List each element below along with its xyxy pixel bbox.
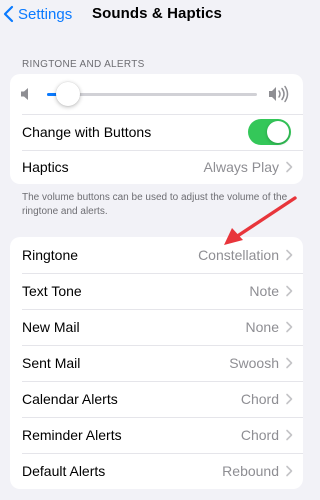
chevron-right-icon [286, 161, 293, 173]
sound-row-label: New Mail [22, 319, 80, 335]
chevron-right-icon [286, 393, 293, 405]
sound-row-label: Text Tone [22, 283, 82, 299]
change-with-buttons-label: Change with Buttons [22, 124, 152, 140]
volume-buttons-footnote: The volume buttons can be used to adjust… [22, 192, 288, 217]
section-header-ringtone-alerts: RINGTONE AND ALERTS [22, 59, 145, 70]
chevron-right-icon [286, 249, 293, 261]
change-with-buttons-toggle[interactable] [248, 119, 291, 145]
sound-row-value: Note [249, 283, 279, 299]
chevron-right-icon [286, 285, 293, 297]
sound-row-value: Chord [240, 427, 279, 443]
sound-row-calendar-alerts[interactable]: Calendar Alerts Chord [10, 381, 303, 417]
speaker-icon [21, 88, 28, 100]
volume-slider-row [10, 74, 303, 114]
sound-row-label: Default Alerts [22, 463, 106, 479]
haptics-value: Always Play [203, 159, 279, 175]
sound-row-value: Chord [240, 391, 279, 407]
sound-row-label: Reminder Alerts [22, 427, 122, 443]
page-title: Sounds & Haptics [92, 5, 222, 22]
haptics-label: Haptics [22, 159, 69, 175]
sound-row-text-tone[interactable]: Text Tone Note [10, 273, 303, 309]
sound-row-sent-mail[interactable]: Sent Mail Swoosh [10, 345, 303, 381]
sound-row-value: Constellation [198, 247, 279, 263]
chevron-right-icon [286, 321, 293, 333]
chevron-right-icon [286, 429, 293, 441]
navigation-bar: Settings Sounds & Haptics [0, 0, 320, 30]
volume-slider-thumb[interactable] [56, 82, 80, 106]
sound-row-value: None [245, 319, 279, 335]
sound-row-label: Sent Mail [22, 355, 81, 371]
speaker-wave-icon [269, 85, 289, 103]
sound-row-new-mail[interactable]: New Mail None [10, 309, 303, 345]
sounds-group: Ringtone Constellation Text Tone Note Ne… [10, 237, 303, 489]
toggle-knob [267, 121, 289, 143]
sound-row-label: Calendar Alerts [22, 391, 118, 407]
chevron-right-icon [286, 465, 293, 477]
ringtone-alerts-group: Change with Buttons Haptics Always Play [10, 74, 303, 184]
sound-row-default-alerts[interactable]: Default Alerts Rebound [10, 453, 303, 489]
chevron-right-icon [286, 357, 293, 369]
sound-row-value: Swoosh [229, 355, 279, 371]
sound-row-reminder-alerts[interactable]: Reminder Alerts Chord [10, 417, 303, 453]
change-with-buttons-row: Change with Buttons [10, 114, 303, 150]
sound-row-value: Rebound [222, 463, 279, 479]
sound-row-ringtone[interactable]: Ringtone Constellation [10, 237, 303, 273]
haptics-row[interactable]: Haptics Always Play [10, 149, 303, 184]
sound-row-label: Ringtone [22, 247, 79, 263]
